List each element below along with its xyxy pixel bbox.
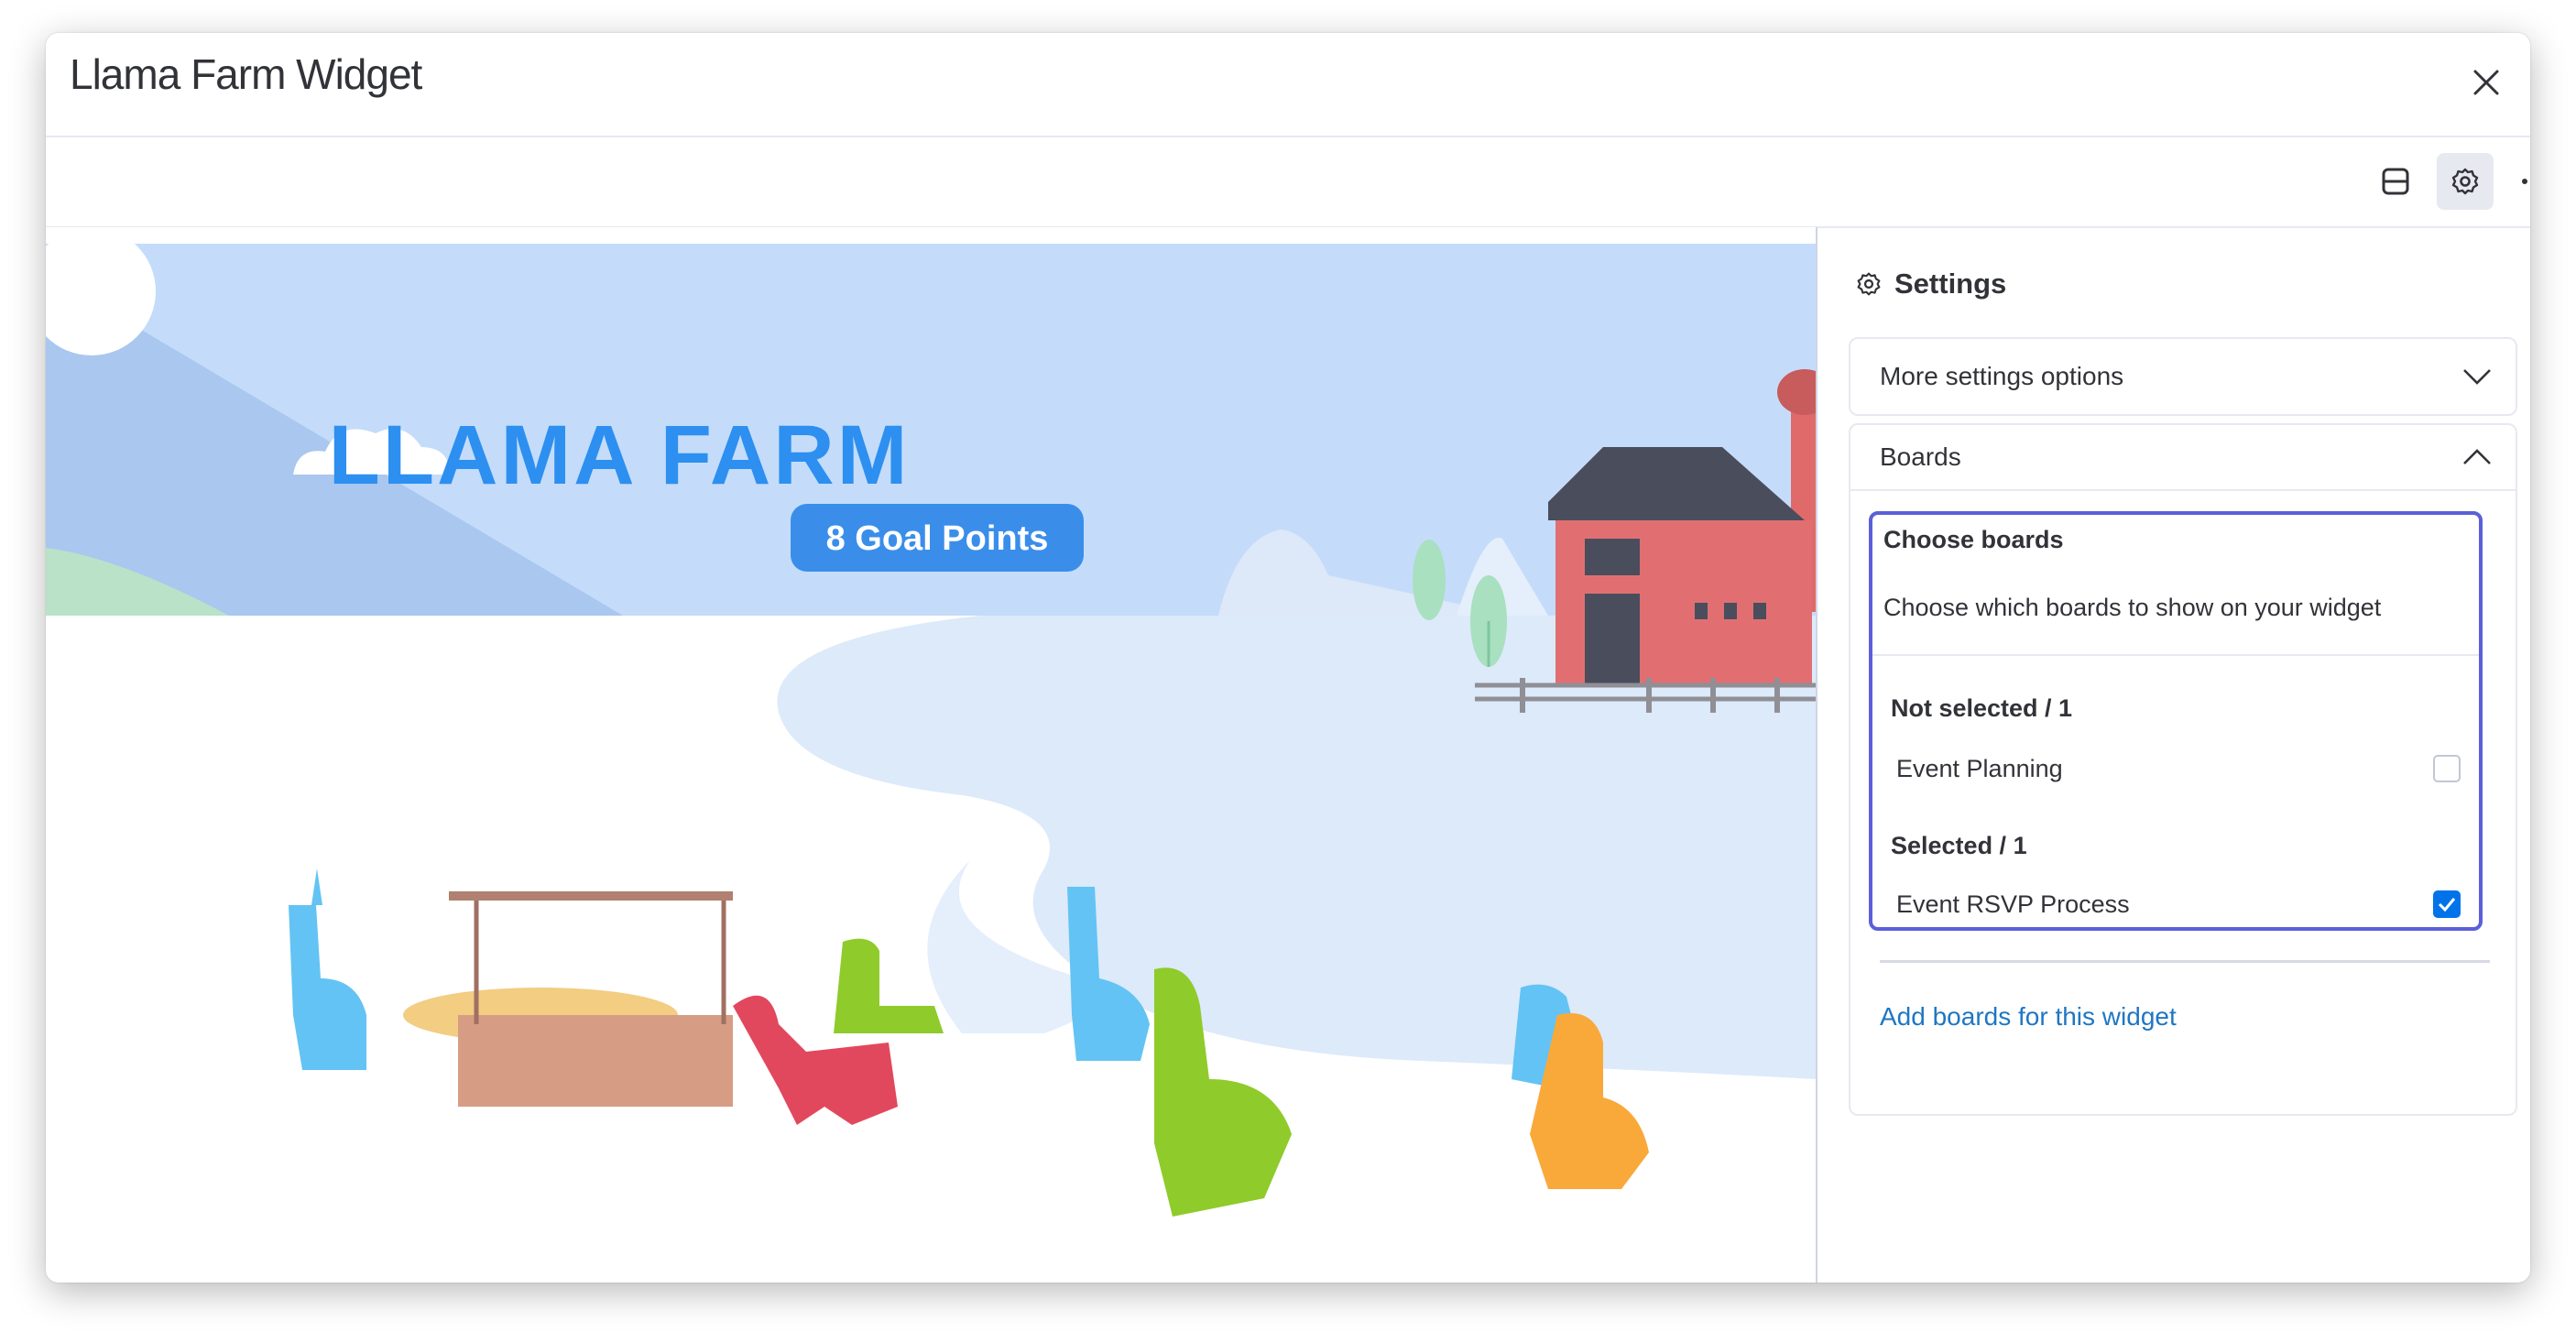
settings-button[interactable]: [2437, 153, 2494, 210]
close-button[interactable]: [2459, 55, 2514, 110]
selected-header: Selected / 1: [1891, 832, 2027, 859]
choose-boards-title: Choose boards: [1883, 526, 2064, 553]
close-icon: [2473, 70, 2499, 95]
widget-banner-title: LLAMA FARM: [329, 409, 911, 502]
choose-boards-description: Choose which boards to show on your widg…: [1883, 594, 2382, 621]
more-button[interactable]: [2506, 153, 2530, 210]
more-settings-label: More settings options: [1880, 362, 2124, 390]
layout-button[interactable]: [2367, 153, 2424, 210]
boards-accordion: Boards Choose boards Choose which boards…: [1849, 423, 2517, 1116]
widget-modal: Llama Farm Widget LLAMA FARM 8 Goal Poin…: [46, 33, 2530, 1283]
boards-label: Boards: [1880, 442, 1961, 471]
gear-icon: [1857, 272, 1881, 296]
add-boards-link[interactable]: Add boards for this widget: [1880, 1002, 2177, 1032]
widget-title: Llama Farm Widget: [70, 50, 422, 98]
settings-title: Settings: [1894, 268, 2007, 300]
add-boards-divider: [1880, 960, 2490, 963]
modal-header: Llama Farm Widget: [46, 33, 2530, 137]
not-selected-header: Not selected / 1: [1891, 694, 2073, 722]
choose-boards-divider: [1872, 654, 2479, 656]
goal-points-badge: 8 Goal Points: [826, 519, 1049, 558]
gear-icon: [2451, 168, 2479, 195]
board-item-event-planning: Event Planning: [1896, 755, 2063, 782]
choose-boards-box: Choose boards Choose which boards to sho…: [1869, 511, 2483, 931]
more-icon: [2522, 179, 2527, 184]
more-settings-accordion[interactable]: More settings options: [1849, 337, 2517, 416]
settings-panel: Settings More settings options Boards Ch…: [1816, 227, 2530, 1283]
board-checkbox-event-rsvp[interactable]: [2433, 890, 2461, 918]
farm-illustration: LLAMA FARM 8 Goal Points: [46, 227, 1816, 1283]
chevron-down-icon: [2463, 369, 2491, 385]
llama-farm-scene: LLAMA FARM 8 Goal Points: [46, 227, 1816, 1283]
boards-accordion-header[interactable]: Boards: [1850, 425, 2516, 489]
chevron-up-icon: [2463, 449, 2491, 464]
board-item-event-rsvp: Event RSVP Process: [1896, 890, 2130, 918]
settings-header: Settings: [1856, 268, 2006, 300]
board-checkbox-event-planning[interactable]: [2433, 755, 2461, 782]
widget-toolbar: [46, 136, 2530, 228]
check-icon: [2438, 898, 2456, 912]
layout-icon: [2382, 168, 2409, 195]
boards-divider: [1850, 489, 2516, 491]
